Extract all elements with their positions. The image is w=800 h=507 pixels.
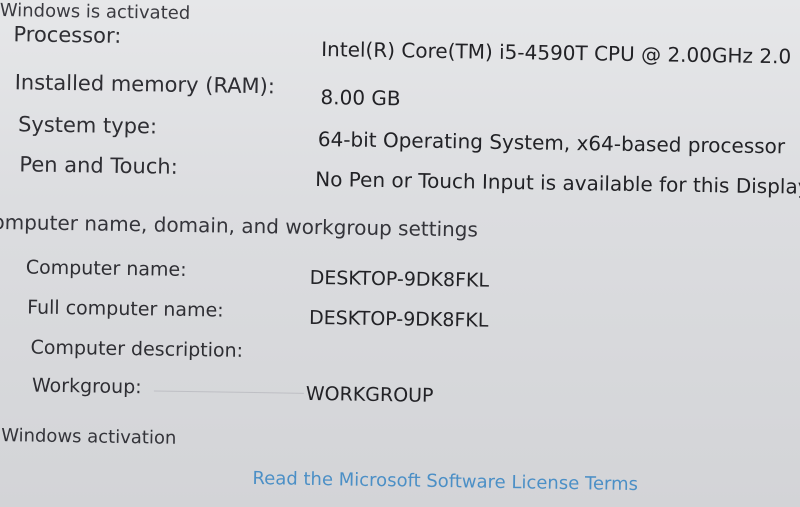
system-type-value: 64-bit Operating System, x64-based proce…: [317, 127, 786, 159]
memory-value: 8.00 GB: [320, 85, 401, 111]
full-computer-name-label: Full computer name:: [27, 296, 224, 322]
pen-touch-label: Pen and Touch:: [19, 152, 178, 179]
workgroup-value: WORKGROUP: [305, 382, 434, 407]
computer-name-value: DESKTOP-9DK8FKL: [309, 266, 490, 292]
computer-name-label: Computer name:: [25, 256, 187, 281]
processor-label: Processor:: [13, 22, 122, 48]
windows-activation-section-title: Windows activation: [0, 425, 177, 449]
workgroup-label: Workgroup:: [31, 374, 142, 399]
computer-name-section-title: omputer name, domain, and workgroup sett…: [0, 209, 479, 242]
system-properties-panel: Processor: Intel(R) Core(TM) i5-4590T CP…: [0, 0, 800, 507]
memory-label: Installed memory (RAM):: [14, 70, 276, 99]
workgroup-dotted-leader: [153, 390, 304, 394]
pen-touch-value: No Pen or Touch Input is available for t…: [315, 166, 800, 199]
computer-description-label: Computer description:: [30, 336, 244, 362]
full-computer-name-value: DESKTOP-9DK8FKL: [308, 306, 489, 332]
license-terms-link[interactable]: Read the Microsoft Software License Term…: [252, 468, 638, 495]
system-type-label: System type:: [17, 112, 158, 139]
processor-value: Intel(R) Core(TM) i5-4590T CPU @ 2.00GHz…: [321, 37, 792, 69]
